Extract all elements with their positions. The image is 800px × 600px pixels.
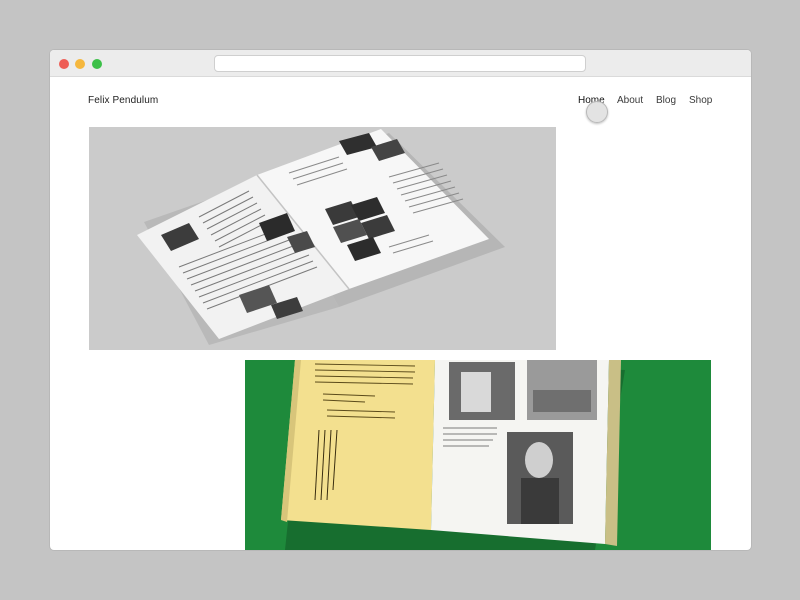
close-window-button[interactable] [59, 59, 69, 69]
gallery-image-magazine[interactable] [89, 127, 556, 350]
maximize-window-button[interactable] [92, 59, 102, 69]
nav-about-link[interactable]: About [617, 95, 643, 106]
address-bar[interactable] [214, 55, 586, 72]
book-photo [245, 360, 711, 550]
mouse-cursor-indicator [586, 101, 608, 123]
nav-shop-link[interactable]: Shop [689, 95, 712, 106]
gallery-image-book[interactable] [245, 360, 711, 550]
browser-titlebar [50, 50, 751, 77]
browser-window: Felix Pendulum Home About Blog Shop [50, 50, 751, 550]
nav-blog-link[interactable]: Blog [656, 95, 676, 106]
main-nav: Home About Blog Shop [50, 95, 751, 109]
minimize-window-button[interactable] [75, 59, 85, 69]
magazine-photo [89, 127, 556, 350]
